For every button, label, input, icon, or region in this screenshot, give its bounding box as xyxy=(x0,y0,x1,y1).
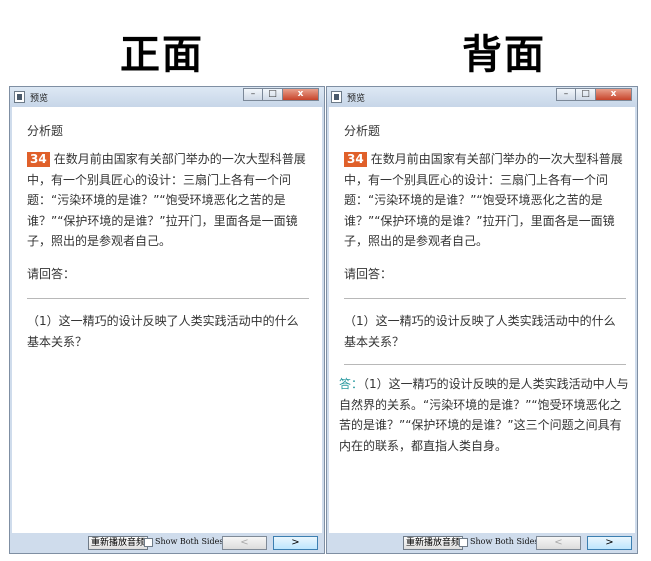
sub-question: （1）这一精巧的设计反映了人类实践活动中的什么基本关系？ xyxy=(27,314,299,349)
maximize-button[interactable]: □ xyxy=(263,88,283,101)
sub-question: （1）这一精巧的设计反映了人类实践活动中的什么基本关系？ xyxy=(344,314,616,349)
bottom-toolbar: 重新播放音频 Show Both Sides < > xyxy=(327,533,637,553)
close-button[interactable]: x xyxy=(596,88,632,101)
minimize-button[interactable]: – xyxy=(556,88,576,101)
close-button[interactable]: x xyxy=(283,88,319,101)
divider xyxy=(344,298,626,299)
prev-button[interactable]: < xyxy=(536,536,581,550)
show-both-sides-checkbox[interactable] xyxy=(144,538,153,547)
question-number-badge: 34 xyxy=(27,152,50,167)
app-icon xyxy=(331,91,342,103)
title-bar[interactable]: 预览 – □ x xyxy=(327,87,637,107)
app-icon xyxy=(14,91,25,103)
section-label: 分析题 xyxy=(344,124,381,138)
bottom-toolbar: 重新播放音频 Show Both Sides < > xyxy=(10,533,324,553)
answer-text: （1）这一精巧的设计反映的是人类实践活动中人与自然界的关系。“污染环境的是谁？”… xyxy=(339,377,629,453)
next-button[interactable]: > xyxy=(587,536,632,550)
question-text: 在数月前由国家有关部门举办的一次大型科普展中，有一个别具匠心的设计：三扇门上各有… xyxy=(27,152,306,248)
replay-audio-button[interactable]: 重新播放音频 xyxy=(403,536,464,550)
front-label: 正面 xyxy=(120,31,204,78)
preview-window-back: 预览 – □ x 分析题 34 在数月前由国家有关部门举办的一次大型科普展中，有一… xyxy=(326,86,638,554)
card-content: 分析题 34 在数月前由国家有关部门举办的一次大型科普展中，有一个别具匠心的设计：… xyxy=(12,107,322,533)
maximize-button[interactable]: □ xyxy=(576,88,596,101)
minimize-button[interactable]: – xyxy=(243,88,263,101)
show-both-sides-label: Show Both Sides xyxy=(155,537,224,546)
show-both-sides-checkbox[interactable] xyxy=(459,538,468,547)
divider xyxy=(27,298,309,299)
answer-divider xyxy=(344,364,626,365)
question-text: 在数月前由国家有关部门举办的一次大型科普展中，有一个别具匠心的设计：三扇门上各有… xyxy=(344,152,623,248)
question-stem: 34 在数月前由国家有关部门举办的一次大型科普展中，有一个别具匠心的设计：三扇门上… xyxy=(27,149,307,252)
back-label: 背面 xyxy=(462,31,546,78)
card-content: 分析题 34 在数月前由国家有关部门举办的一次大型科普展中，有一个别具匠心的设计：… xyxy=(329,107,635,533)
prompt-text: 请回答： xyxy=(344,267,393,281)
answer-block: 答：（1）这一精巧的设计反映的是人类实践活动中人与自然界的关系。“污染环境的是谁… xyxy=(339,374,629,456)
prompt-text: 请回答： xyxy=(27,267,76,281)
window-title: 预览 xyxy=(347,94,366,104)
preview-window-front: 预览 – □ x 分析题 34 在数月前由国家有关部门举办的一次大型科普展中，有一… xyxy=(9,86,325,554)
prev-button[interactable]: < xyxy=(222,536,267,550)
replay-audio-button[interactable]: 重新播放音频 xyxy=(88,536,149,550)
answer-label: 答： xyxy=(339,377,364,391)
question-stem: 34 在数月前由国家有关部门举办的一次大型科普展中，有一个别具匠心的设计：三扇门上… xyxy=(344,149,624,252)
window-title: 预览 xyxy=(30,94,49,104)
section-label: 分析题 xyxy=(27,124,64,138)
question-number-badge: 34 xyxy=(344,152,367,167)
title-bar[interactable]: 预览 – □ x xyxy=(10,87,324,107)
show-both-sides-label: Show Both Sides xyxy=(470,537,539,546)
next-button[interactable]: > xyxy=(273,536,318,550)
